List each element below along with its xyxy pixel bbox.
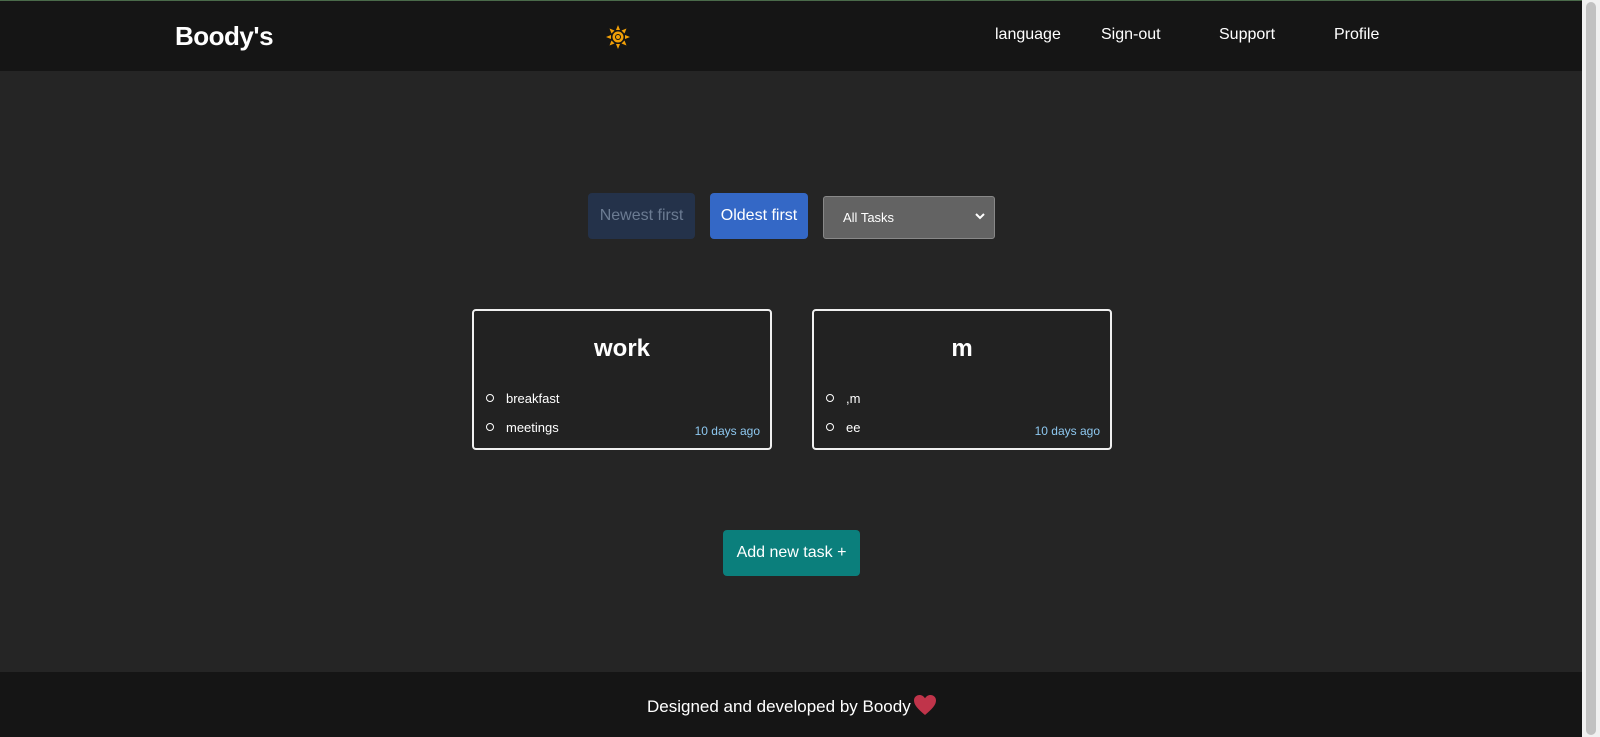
sun-icon[interactable] <box>606 25 630 49</box>
task-card[interactable]: m ,m ee 10 days ago <box>812 309 1112 450</box>
newest-first-button[interactable]: Newest first <box>588 193 695 239</box>
card-title: m <box>951 335 973 362</box>
card-timestamp: 10 days ago <box>1034 424 1100 438</box>
page: Boody's language Sign-out Support Profil… <box>0 0 1582 737</box>
nav-sign-out[interactable]: Sign-out <box>1101 26 1161 44</box>
nav-support[interactable]: Support <box>1219 26 1275 44</box>
add-new-task-button[interactable]: Add new task + <box>723 530 860 576</box>
task-card[interactable]: work breakfast meetings 10 days ago <box>472 309 772 450</box>
footer-credit: Designed and developed by Boody <box>647 697 911 716</box>
brand-logo[interactable]: Boody's <box>175 21 274 52</box>
nav-language[interactable]: language <box>995 26 1061 44</box>
bullet-icon <box>486 394 494 402</box>
heart-icon <box>914 695 936 715</box>
card-timestamp: 10 days ago <box>694 424 760 438</box>
task-filter-value: All Tasks <box>843 210 895 225</box>
navbar: Boody's language Sign-out Support Profil… <box>0 0 1582 71</box>
bullet-icon <box>826 423 834 431</box>
card-title: work <box>593 335 650 362</box>
scrollbar-thumb[interactable] <box>1586 2 1596 735</box>
footer: Designed and developed by Boody <box>0 672 1582 737</box>
bullet-icon <box>826 394 834 402</box>
task-filter-select[interactable]: All Tasks <box>823 196 995 239</box>
oldest-first-button[interactable]: Oldest first <box>710 193 808 239</box>
chevron-down-icon <box>975 213 985 220</box>
nav-profile[interactable]: Profile <box>1334 26 1379 44</box>
bullet-icon <box>486 423 494 431</box>
